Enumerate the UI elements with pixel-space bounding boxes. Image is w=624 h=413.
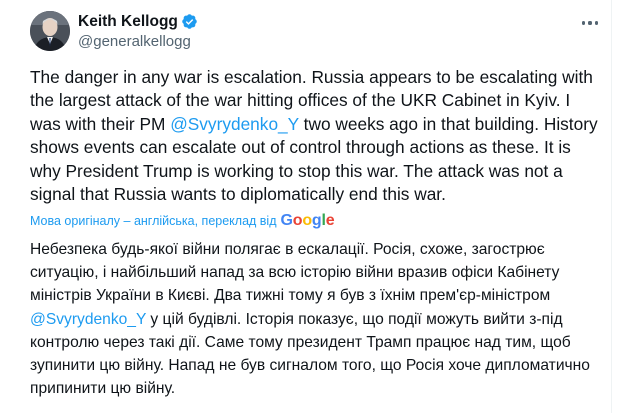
display-name-row: Keith Kellogg xyxy=(78,11,198,32)
card-border xyxy=(611,0,612,413)
tweet-text: The danger in any war is escalation. Rus… xyxy=(30,66,605,206)
more-dot xyxy=(594,21,598,25)
avatar-photo xyxy=(30,11,70,51)
verified-badge-icon[interactable] xyxy=(181,13,198,30)
translated-mention-link[interactable]: @Svyrydenko_Y xyxy=(30,311,146,328)
translated-text-part-1: Небезпека будь-якої війни полягає в еска… xyxy=(30,241,560,305)
author-display-name[interactable]: Keith Kellogg xyxy=(78,13,178,31)
translation-label: Мова оригіналу – англійська, переклад ві… xyxy=(30,214,277,228)
avatar[interactable] xyxy=(30,11,70,51)
tweet-mention-link[interactable]: @Svyrydenko_Y xyxy=(170,114,299,134)
tweet-header: Keith Kellogg @generalkellogg xyxy=(30,11,600,53)
author-handle[interactable]: @generalkellogg xyxy=(78,33,198,50)
author-names: Keith Kellogg @generalkellogg xyxy=(78,11,198,50)
more-options-icon[interactable] xyxy=(580,13,600,33)
tweet-card: Keith Kellogg @generalkellogg The danger… xyxy=(0,0,624,413)
more-dot xyxy=(588,21,592,25)
more-dot xyxy=(582,21,586,25)
translated-tweet-text: Небезпека будь-якої війни полягає в еска… xyxy=(30,238,610,400)
translation-attribution[interactable]: Мова оригіналу – англійська, переклад ві… xyxy=(30,211,335,231)
google-logo: Google xyxy=(280,212,335,229)
